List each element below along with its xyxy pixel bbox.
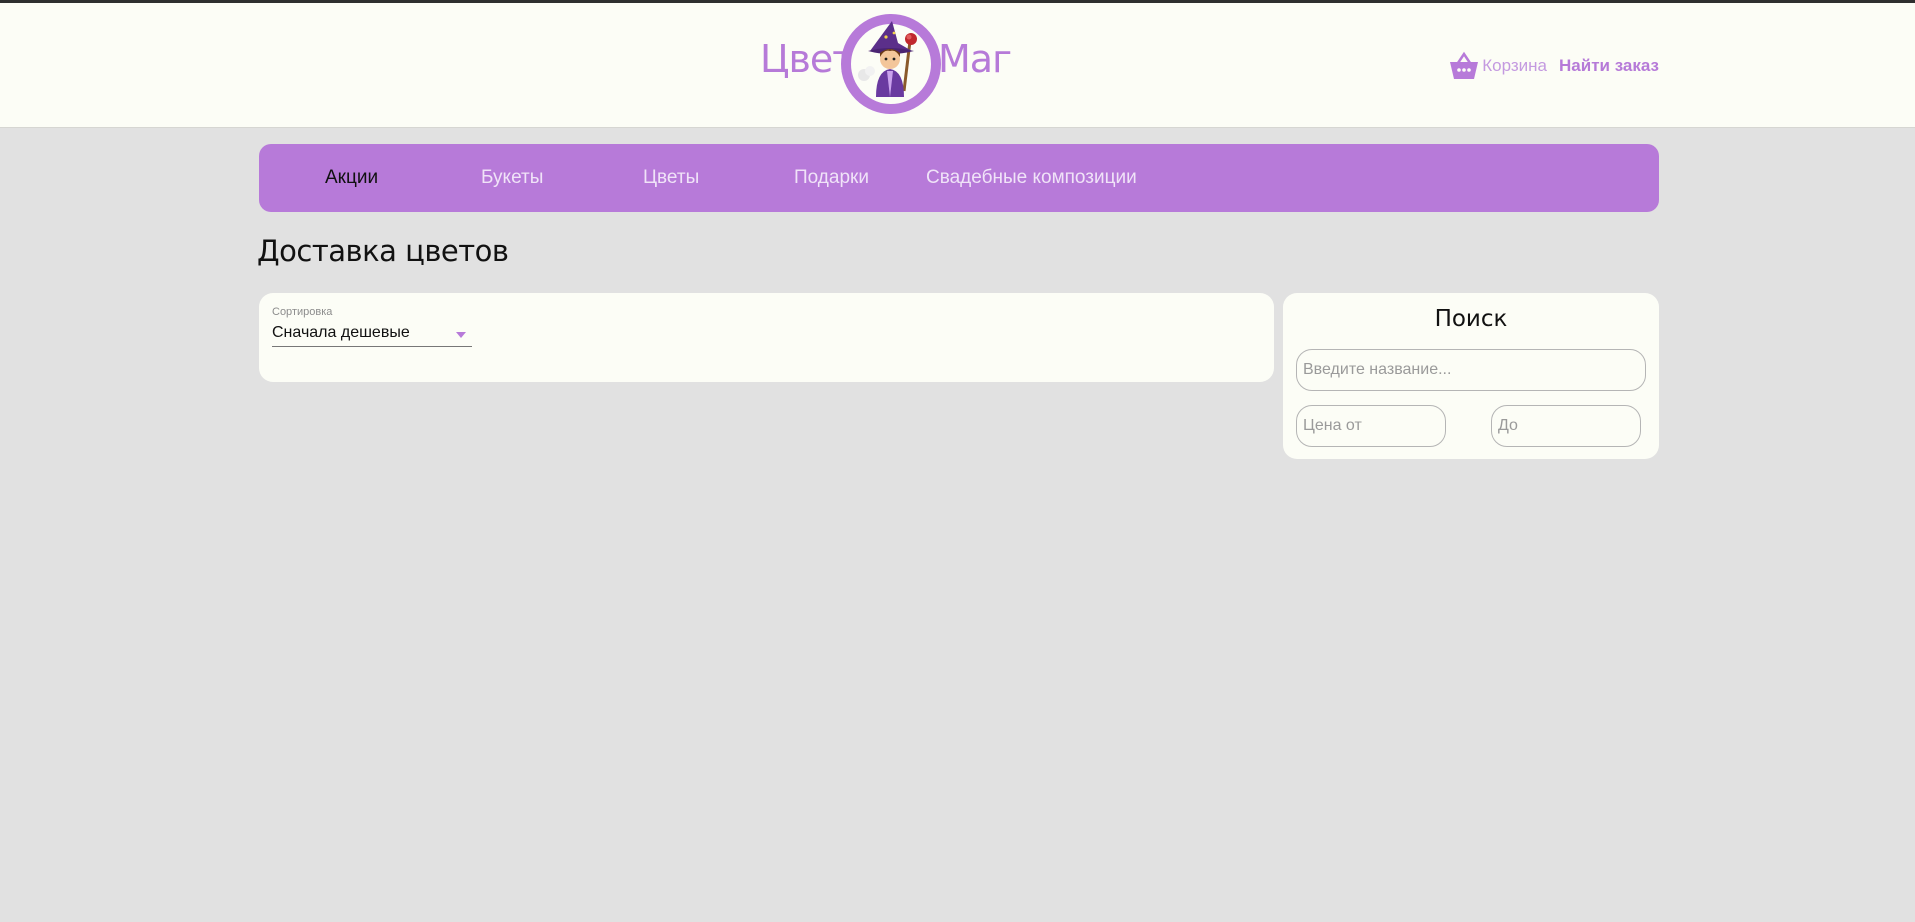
search-title: Поиск — [1434, 306, 1508, 332]
header-links: Корзина Найти заказ — [1448, 51, 1659, 81]
sort-value: Сначала дешевые — [272, 324, 410, 341]
search-name-input[interactable] — [1296, 349, 1646, 391]
nav-item-gifts[interactable]: Подарки — [794, 144, 869, 212]
category-nav: Акции Букеты Цветы Подарки Свадебные ком… — [259, 144, 1659, 212]
nav-item-wedding[interactable]: Свадебные композиции — [926, 144, 1137, 212]
site-header: Цвет Маг Корзина Найти заказ — [0, 3, 1915, 128]
nav-item-flowers[interactable]: Цветы — [643, 144, 699, 212]
nav-item-bouquets[interactable]: Букеты — [481, 144, 543, 212]
sort-panel: Сортировка Сначала дешевые — [259, 293, 1274, 382]
logo-text-right: Маг — [938, 37, 1012, 81]
page-title: Доставка цветов — [257, 234, 509, 268]
wizard-logo-icon — [841, 14, 941, 114]
basket-icon[interactable] — [1448, 51, 1480, 81]
sort-label: Сортировка — [272, 306, 333, 318]
search-panel: Поиск — [1283, 293, 1659, 459]
site-logo[interactable]: Цвет Маг — [758, 13, 1014, 115]
find-order-link[interactable]: Найти заказ — [1559, 56, 1659, 76]
price-from-input[interactable] — [1296, 405, 1446, 447]
price-to-input[interactable] — [1491, 405, 1641, 447]
cart-link[interactable]: Корзина — [1482, 56, 1547, 76]
chevron-down-icon — [456, 332, 466, 338]
nav-item-promotions[interactable]: Акции — [325, 144, 378, 212]
sort-select[interactable]: Сначала дешевые — [272, 323, 472, 347]
